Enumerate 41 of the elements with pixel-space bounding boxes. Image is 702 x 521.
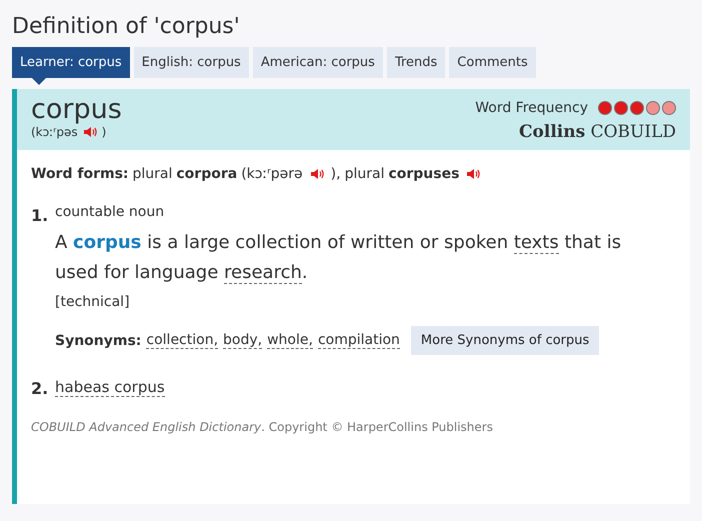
- synonym-link[interactable]: body,: [223, 332, 262, 349]
- synonym-link[interactable]: whole,: [267, 332, 313, 349]
- pronunciation: ),: [330, 166, 341, 182]
- frequency-dot: [598, 101, 612, 115]
- pronunciation: (kɔːʳpəs: [31, 125, 78, 139]
- synonym-link[interactable]: collection,: [146, 332, 218, 349]
- grammar-label: countable noun: [55, 204, 166, 220]
- synonym-link[interactable]: compilation: [318, 332, 400, 349]
- tab[interactable]: English: corpus: [134, 47, 249, 78]
- frequency-dot: [630, 101, 644, 115]
- word-form: corpora: [176, 166, 238, 182]
- speaker-icon[interactable]: [466, 168, 480, 180]
- word-link[interactable]: texts: [514, 232, 559, 254]
- headword: corpus: [31, 95, 122, 125]
- frequency-dot: [662, 101, 676, 115]
- sense-number: 1.: [31, 205, 47, 227]
- definition-text: A corpus is a large collection of written or spoken texts that is used for language research.: [55, 231, 622, 286]
- register-label: [technical]: [55, 294, 131, 310]
- sense-number: 2.: [31, 378, 47, 398]
- word-forms-label: Word forms:: [31, 166, 128, 182]
- sense-link[interactable]: habeas corpus: [55, 378, 165, 397]
- frequency-dot: [646, 101, 660, 115]
- page-title: Definition of 'corpus': [12, 14, 241, 39]
- tab[interactable]: Comments: [449, 47, 536, 78]
- brand-logo: Collins COBUILD: [519, 122, 676, 142]
- pronunciation: (kɔːʳpərə: [241, 166, 303, 182]
- speaker-icon[interactable]: [310, 168, 324, 180]
- word-form: corpuses: [388, 166, 460, 182]
- tab[interactable]: Trends: [386, 47, 446, 78]
- word-form-label: plural: [344, 166, 384, 182]
- copyright-text: COBUILD Advanced English Dictionary. Copyright © HarperCollins Publishers: [31, 420, 494, 434]
- speaker-icon[interactable]: [82, 126, 97, 138]
- frequency-dot: [614, 101, 628, 115]
- frequency-label: Word Frequency: [475, 100, 588, 116]
- pronunciation: ): [102, 125, 106, 139]
- headword-link[interactable]: corpus: [73, 232, 142, 253]
- synonyms-label: Synonyms:: [55, 332, 142, 348]
- word-form-label: plural: [132, 166, 172, 182]
- more-synonyms-button[interactable]: More Synonyms of corpus: [410, 326, 600, 355]
- word-link[interactable]: research: [224, 262, 302, 284]
- tab[interactable]: American: corpus: [252, 47, 383, 78]
